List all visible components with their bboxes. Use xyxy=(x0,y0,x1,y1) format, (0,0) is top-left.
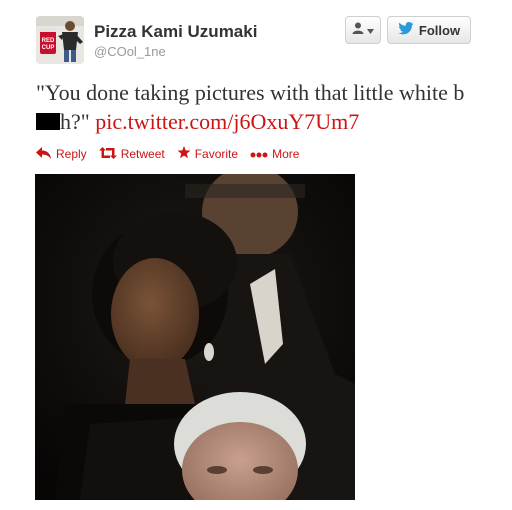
avatar-badge-text: RED xyxy=(42,38,55,44)
reply-arrow-icon xyxy=(36,146,52,162)
retweet-icon xyxy=(98,146,117,162)
more-action[interactable]: More xyxy=(250,147,299,161)
censor-bar xyxy=(36,113,60,130)
ellipsis-icon xyxy=(250,147,268,161)
user-name[interactable]: Pizza Kami Uzumaki xyxy=(94,22,257,42)
twitter-bird-icon xyxy=(398,22,414,38)
tweet-photo[interactable] xyxy=(35,174,355,500)
tweet-media-link[interactable]: pic.twitter.com/j6OxuY7Um7 xyxy=(95,109,359,134)
caret-down-icon xyxy=(367,21,374,39)
retweet-label: Retweet xyxy=(120,147,165,161)
avatar-image: RED CUP xyxy=(36,16,84,64)
reply-action[interactable]: Reply xyxy=(36,146,87,162)
favorite-label: Favorite xyxy=(194,147,239,161)
favorite-action[interactable]: Favorite xyxy=(177,146,238,162)
user-handle[interactable]: @COol_1ne xyxy=(94,44,166,59)
tweet-text-before: "You done taking pictures with that litt… xyxy=(36,80,465,105)
follow-button[interactable]: Follow xyxy=(387,16,471,44)
more-label: More xyxy=(272,147,300,161)
person-icon xyxy=(352,21,364,39)
tweet-text: "You done taking pictures with that litt… xyxy=(36,78,486,136)
tweet-actions: Reply Retweet Favorite More xyxy=(36,146,311,162)
star-icon xyxy=(177,146,191,162)
user-actions-dropdown[interactable] xyxy=(345,16,381,44)
retweet-action[interactable]: Retweet xyxy=(98,146,165,162)
svg-text:CUP: CUP xyxy=(42,45,55,51)
reply-label: Reply xyxy=(56,147,87,161)
follow-button-label: Follow xyxy=(418,22,461,38)
tweet-text-after: h?" xyxy=(60,109,96,134)
avatar[interactable]: RED CUP xyxy=(36,16,84,64)
tweet-photo-image xyxy=(35,174,355,500)
